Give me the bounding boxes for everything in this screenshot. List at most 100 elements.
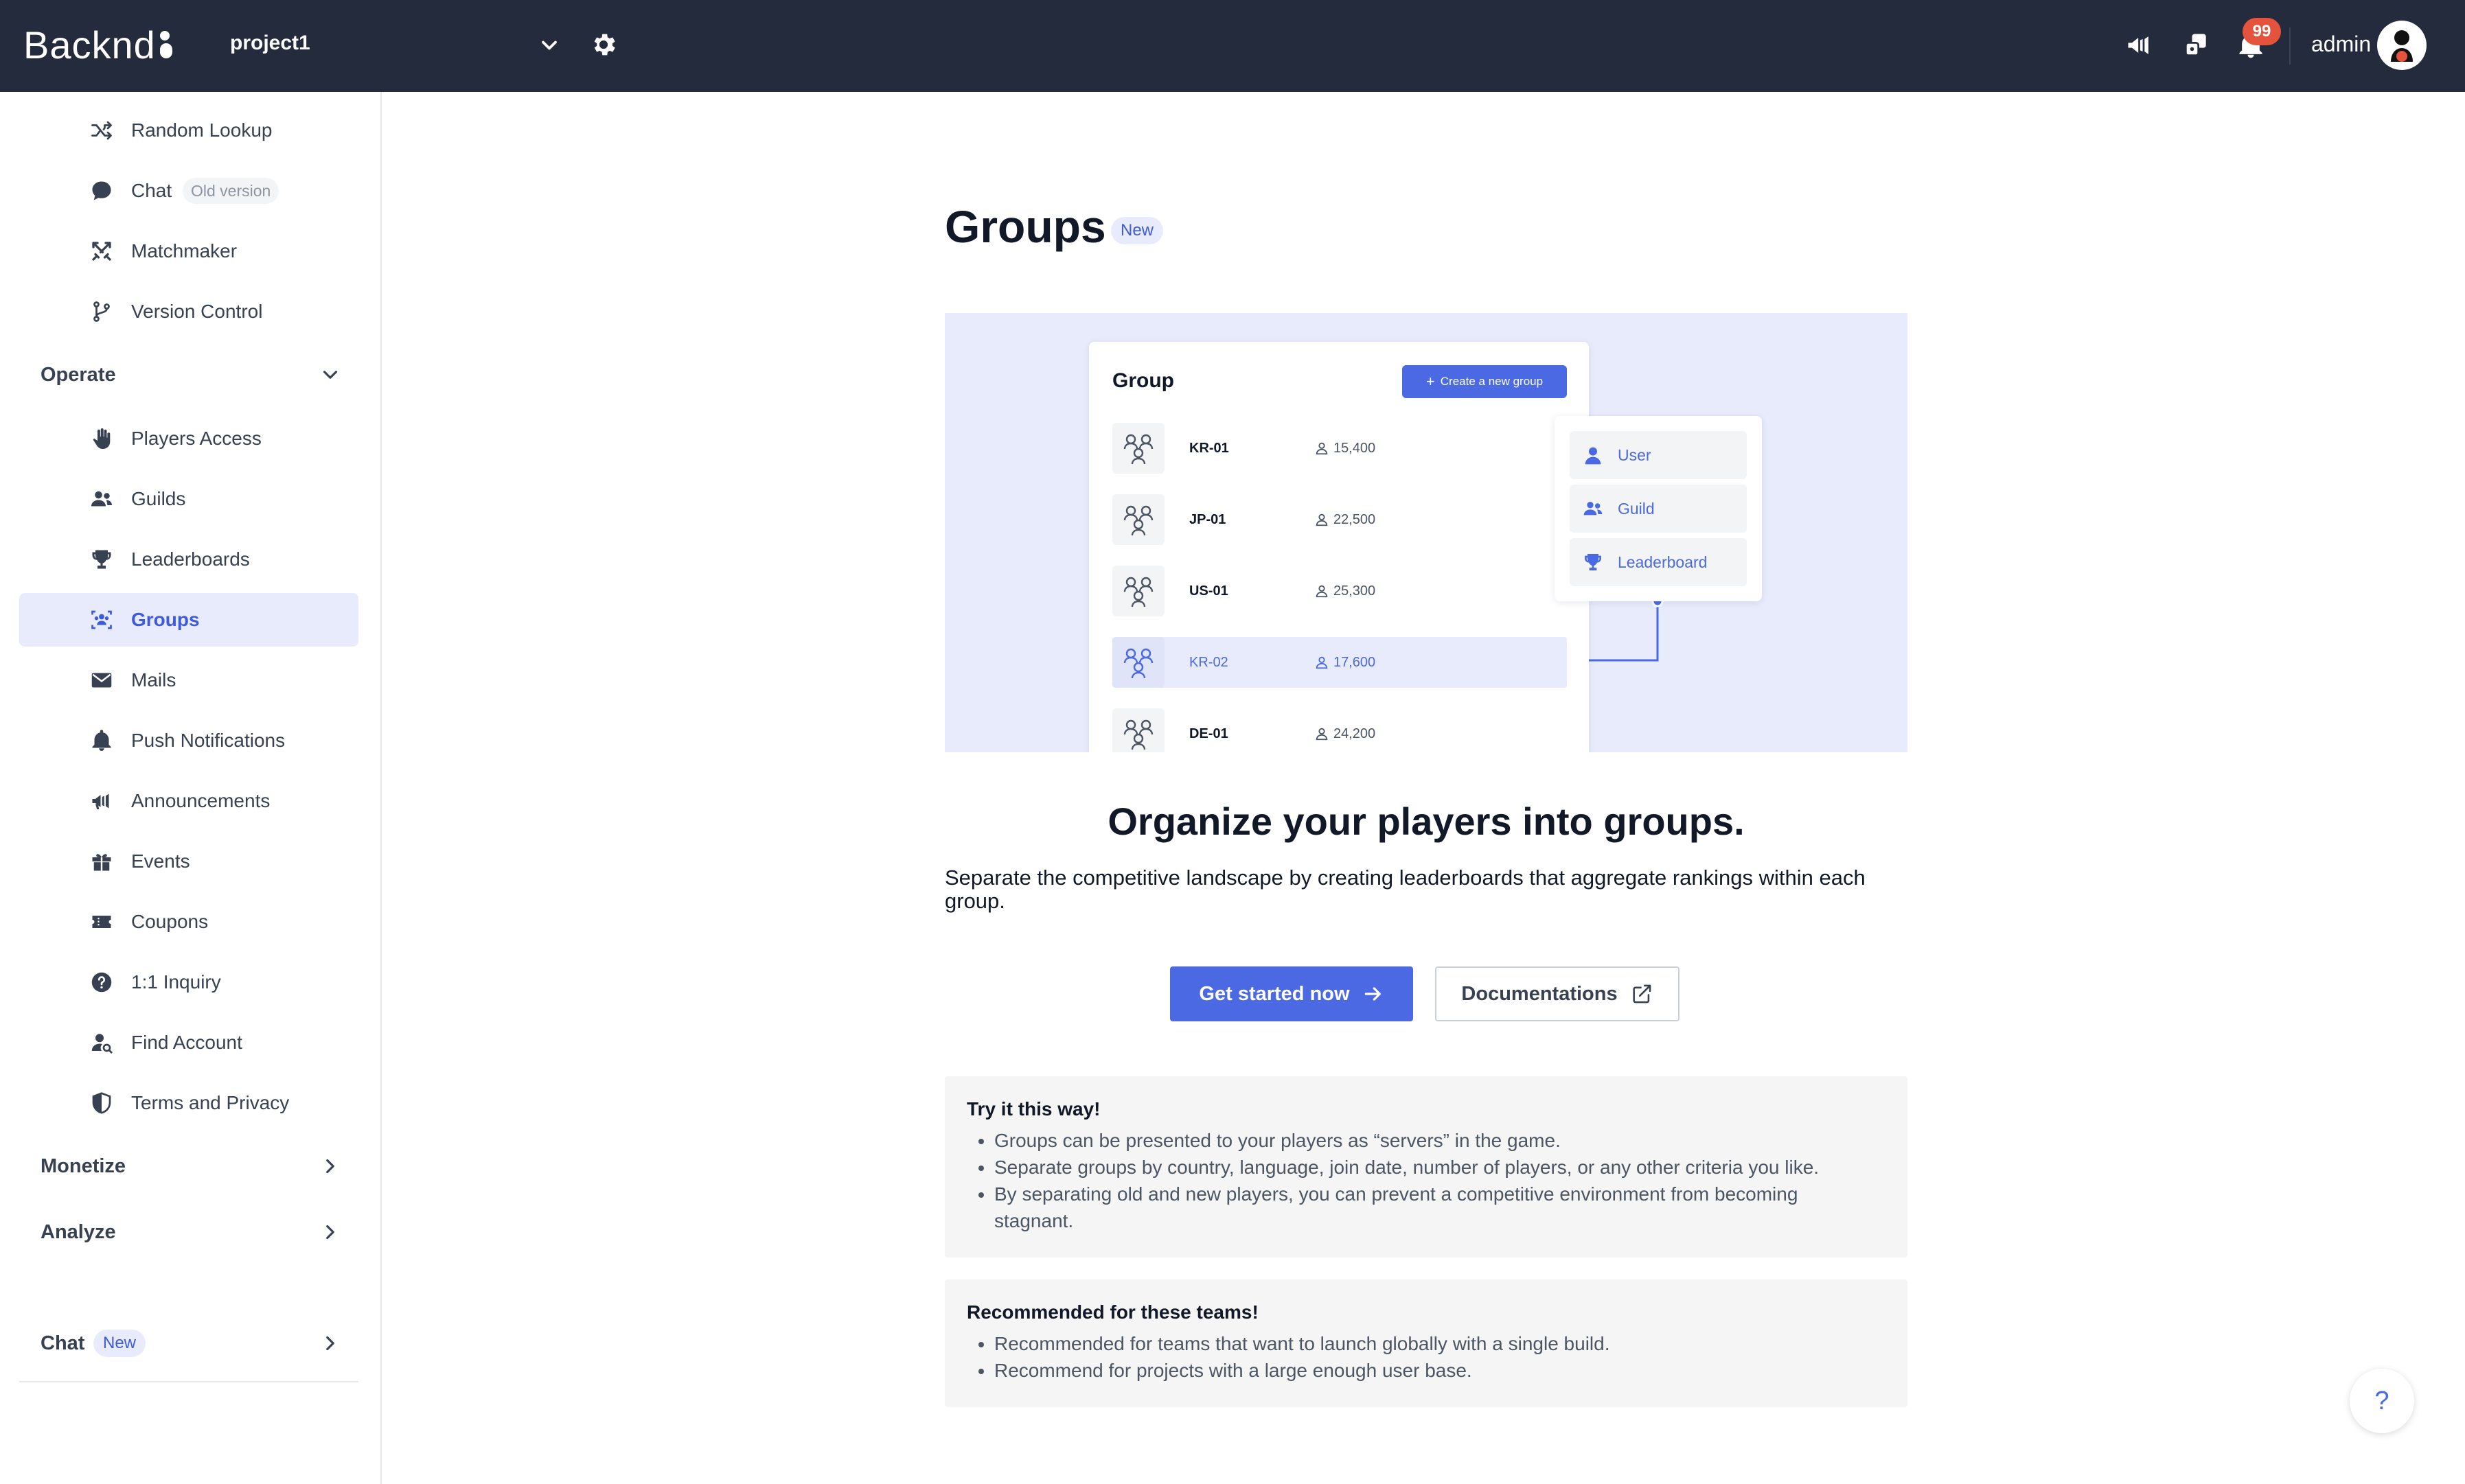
trophy-icon bbox=[1585, 554, 1601, 570]
sidebar-item-leaderboards[interactable]: Leaderboards bbox=[19, 533, 358, 586]
logo-dots-icon bbox=[159, 31, 172, 58]
group-count: 15,400 bbox=[1314, 438, 1375, 459]
external-link-icon bbox=[1632, 984, 1651, 1004]
documentations-label: Documentations bbox=[1461, 982, 1618, 1005]
sidebar-section-chat[interactable]: Chat New bbox=[19, 1317, 358, 1370]
list-item: Separate groups by country, language, jo… bbox=[994, 1154, 1859, 1181]
new-tag: New bbox=[93, 1330, 146, 1357]
user-icon bbox=[1316, 513, 1328, 526]
group-avatar-icon bbox=[1123, 648, 1154, 679]
sidebar-item-label: Events bbox=[131, 850, 190, 872]
tips-list: Groups can be presented to your players … bbox=[994, 1127, 1859, 1234]
group-avatar-icon bbox=[1123, 505, 1154, 536]
menu-item-guild: Guild bbox=[1570, 485, 1747, 533]
chevron-down-icon[interactable] bbox=[537, 33, 562, 58]
group-avatar bbox=[1112, 423, 1165, 474]
megaphone-icon bbox=[92, 793, 109, 809]
sidebar-item-guilds[interactable]: Guilds bbox=[19, 472, 358, 526]
menu-card: User Guild Leaderboard bbox=[1555, 416, 1762, 601]
logo[interactable]: Backnd bbox=[23, 21, 172, 69]
branch-icon bbox=[93, 301, 110, 322]
sidebar-section-analyze[interactable]: Analyze bbox=[19, 1205, 358, 1259]
sidebar-item-version-control[interactable]: Version Control bbox=[19, 285, 358, 338]
sidebar-item-groups[interactable]: Groups bbox=[19, 593, 358, 647]
documentations-button[interactable]: Documentations bbox=[1435, 966, 1679, 1021]
group-count: 22,500 bbox=[1314, 509, 1375, 530]
users-icon bbox=[1583, 502, 1603, 515]
sidebar-section-operate[interactable]: Operate bbox=[19, 348, 358, 402]
chevron-right-icon bbox=[326, 1225, 334, 1240]
user-icon bbox=[1316, 585, 1328, 598]
sidebar-item-players-access[interactable]: Players Access bbox=[19, 412, 358, 465]
tips-title: Try it this way! bbox=[967, 1098, 1101, 1120]
sidebar-item-matchmaker[interactable]: Matchmaker bbox=[19, 224, 358, 278]
gift-icon bbox=[92, 854, 111, 871]
sidebar-item-label: Push Notifications bbox=[131, 730, 286, 751]
user-icon bbox=[1585, 447, 1601, 465]
sidebar-item-label: Matchmaker bbox=[131, 240, 238, 262]
group-count: 24,200 bbox=[1314, 723, 1375, 744]
project-name[interactable]: project1 bbox=[230, 32, 310, 55]
sidebar-item-label: Leaderboards bbox=[131, 548, 250, 570]
group-count-value: 24,200 bbox=[1333, 726, 1376, 741]
dice-icon[interactable] bbox=[2181, 30, 2211, 60]
admin-name[interactable]: admin bbox=[2311, 32, 2371, 57]
group-row: DE-01 24,200 bbox=[1112, 708, 1567, 752]
sidebar-item-push-notifications[interactable]: Push Notifications bbox=[19, 714, 358, 767]
group-avatar bbox=[1112, 566, 1165, 616]
group-row: US-01 25,300 bbox=[1112, 566, 1567, 616]
list-item: Recommended for teams that want to launc… bbox=[994, 1330, 1859, 1357]
users-icon bbox=[91, 491, 112, 507]
sidebar-item-coupons[interactable]: Coupons bbox=[19, 895, 358, 949]
description: Separate the competitive landscape by cr… bbox=[945, 866, 1866, 913]
trophy-icon bbox=[92, 550, 111, 569]
get-started-button[interactable]: Get started now bbox=[1170, 966, 1413, 1021]
sidebar-item-inquiry[interactable]: 1:1 Inquiry bbox=[19, 955, 358, 1009]
menu-item-label: Guild bbox=[1618, 499, 1655, 518]
group-icon bbox=[91, 610, 112, 629]
group-code: KR-01 bbox=[1189, 441, 1229, 456]
chevron-right-icon bbox=[326, 1336, 334, 1351]
sidebar-item-label: 1:1 Inquiry bbox=[131, 971, 221, 993]
group-count-value: 22,500 bbox=[1333, 511, 1376, 527]
avatar[interactable] bbox=[2377, 21, 2427, 70]
page-title: Groups bbox=[945, 201, 1106, 252]
sidebar-item-label: Find Account bbox=[131, 1032, 242, 1053]
sidebar-item-terms-privacy[interactable]: Terms and Privacy bbox=[19, 1076, 358, 1130]
sidebar-item-random-lookup[interactable]: Random Lookup bbox=[19, 104, 358, 157]
menu-item-leaderboard: Leaderboard bbox=[1570, 538, 1747, 586]
plus-icon: + bbox=[1425, 373, 1435, 390]
chat-icon bbox=[92, 181, 111, 200]
group-row: KR-01 15,400 bbox=[1112, 423, 1567, 474]
question-icon bbox=[91, 972, 112, 993]
new-tag: New bbox=[1111, 217, 1164, 244]
sidebar-item-label: Version Control bbox=[131, 301, 263, 322]
group-count-value: 15,400 bbox=[1333, 440, 1376, 456]
get-started-label: Get started now bbox=[1199, 982, 1350, 1005]
megaphone-icon[interactable] bbox=[2124, 30, 2155, 60]
group-avatar bbox=[1112, 637, 1165, 688]
sidebar-item-find-account[interactable]: Find Account bbox=[19, 1016, 358, 1069]
sidebar-item-label: Groups bbox=[131, 609, 200, 630]
user-icon bbox=[1316, 656, 1328, 669]
group-card: Group + Create a new group KR-01 15,400 … bbox=[1089, 342, 1589, 752]
sidebar-item-label: Terms and Privacy bbox=[131, 1092, 290, 1113]
user-search-icon bbox=[91, 1034, 113, 1054]
menu-item-label: User bbox=[1618, 445, 1651, 464]
help-button[interactable]: ? bbox=[2350, 1369, 2414, 1433]
sidebar-item-label: Announcements bbox=[131, 790, 271, 811]
sidebar-item-mails[interactable]: Mails bbox=[19, 653, 358, 707]
group-code: KR-02 bbox=[1189, 655, 1228, 670]
group-count-value: 25,300 bbox=[1333, 583, 1376, 599]
shield-icon bbox=[92, 1092, 111, 1114]
group-avatar-icon bbox=[1123, 719, 1154, 750]
group-avatar-icon bbox=[1123, 434, 1154, 465]
sidebar-item-events[interactable]: Events bbox=[19, 835, 358, 888]
gear-icon[interactable] bbox=[589, 30, 618, 59]
sidebar-item-announcements[interactable]: Announcements bbox=[19, 774, 358, 828]
user-icon bbox=[1316, 442, 1328, 455]
create-group-button: + Create a new group bbox=[1402, 365, 1567, 398]
group-count-value: 17,600 bbox=[1333, 654, 1376, 670]
sidebar-item-chat-old[interactable]: Chat Old version bbox=[19, 164, 358, 218]
sidebar-section-monetize[interactable]: Monetize bbox=[19, 1139, 358, 1193]
